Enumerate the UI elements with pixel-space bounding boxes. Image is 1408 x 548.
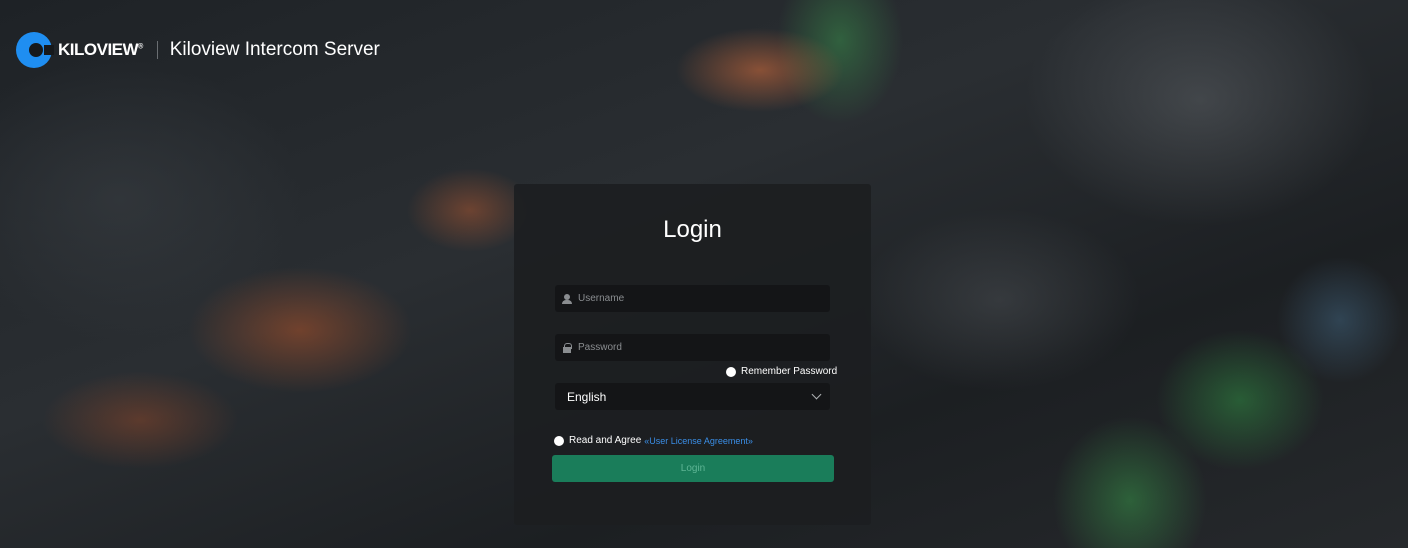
language-value: English (567, 389, 607, 404)
login-card: Login Remember Password English Read and… (514, 184, 871, 525)
license-agreement-link[interactable]: «User License Agreement» (644, 436, 753, 446)
agree-label: Read and Agree (569, 435, 642, 446)
chevron-down-icon (811, 389, 822, 400)
language-select[interactable]: English (555, 383, 830, 410)
username-input[interactable] (578, 293, 818, 304)
header-divider (156, 41, 158, 59)
password-field[interactable] (555, 334, 830, 361)
username-field[interactable] (555, 285, 830, 312)
brand-name: KILOVIEW® (58, 40, 143, 59)
agree-radio[interactable] (554, 435, 564, 446)
lock-icon (562, 342, 572, 353)
remember-password-toggle[interactable]: Remember Password (726, 366, 837, 377)
login-button[interactable]: Login (552, 455, 834, 482)
login-title: Login (663, 216, 722, 243)
remember-label: Remember Password (741, 366, 838, 377)
app-title: Kiloview Intercom Server (169, 39, 380, 60)
kiloview-logo-icon (16, 32, 54, 68)
app-header: KILOVIEW® Kiloview Intercom Server (16, 30, 380, 70)
user-icon (562, 293, 572, 304)
password-input[interactable] (578, 342, 818, 353)
agreement-toggle[interactable]: Read and Agree «User License Agreement» (554, 435, 753, 446)
remember-radio[interactable] (726, 366, 736, 377)
